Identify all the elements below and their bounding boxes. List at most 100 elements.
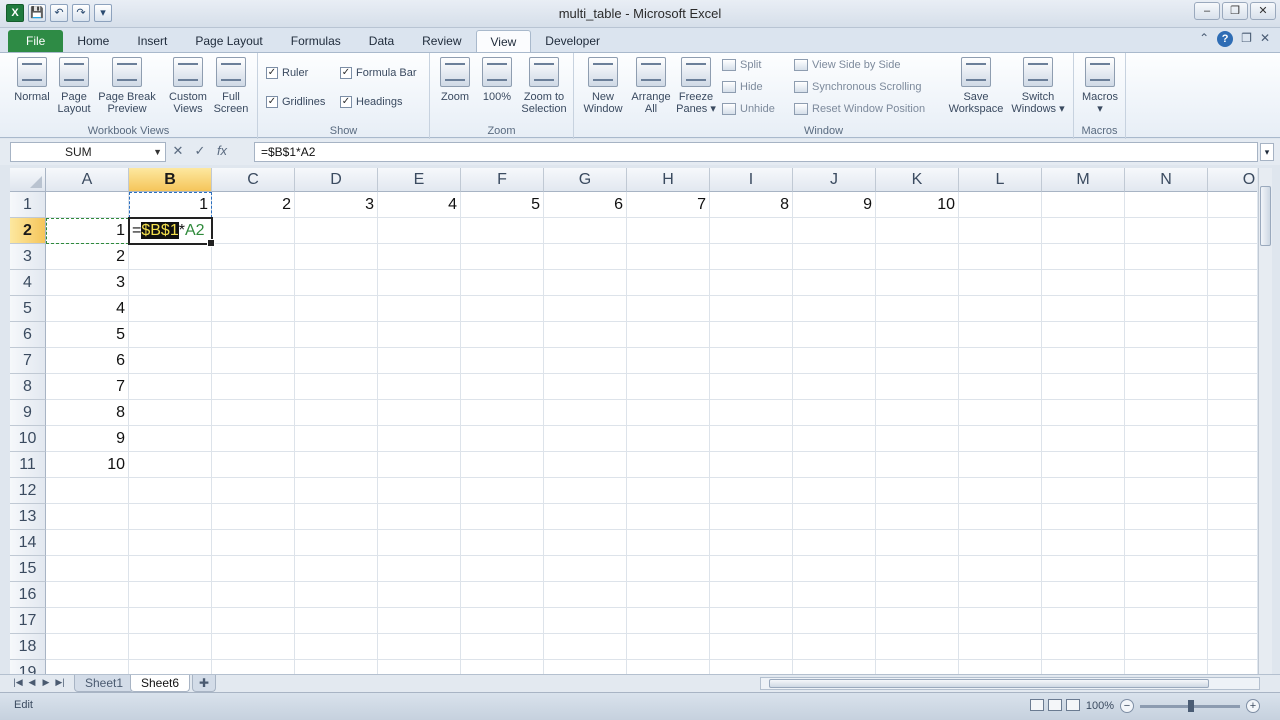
cell-l16[interactable] — [959, 582, 1042, 608]
tab-review[interactable]: Review — [408, 30, 475, 52]
cell-n11[interactable] — [1125, 452, 1208, 478]
cell-h6[interactable] — [627, 322, 710, 348]
name-box[interactable]: SUM ▼ — [10, 142, 166, 162]
cell-l8[interactable] — [959, 374, 1042, 400]
cell-i6[interactable] — [710, 322, 793, 348]
spreadsheet-grid[interactable]: A B C D E F G H I J K L M N O 1 2 3 4 5 6 7 8 9 10 11 12 13 14 15 16 17… — [10, 168, 1257, 674]
cell-b6[interactable] — [129, 322, 212, 348]
cell-o6[interactable] — [1208, 322, 1257, 348]
cell-m7[interactable] — [1042, 348, 1125, 374]
next-sheet-icon[interactable]: ▶ — [40, 677, 52, 688]
cell-e10[interactable] — [378, 426, 461, 452]
cell-n8[interactable] — [1125, 374, 1208, 400]
cell-e16[interactable] — [378, 582, 461, 608]
cell-f10[interactable] — [461, 426, 544, 452]
cell-l6[interactable] — [959, 322, 1042, 348]
cell-k13[interactable] — [876, 504, 959, 530]
cell-h10[interactable] — [627, 426, 710, 452]
cell-c19[interactable] — [212, 660, 295, 674]
close-workbook-icon[interactable]: ✕ — [1260, 31, 1270, 47]
row-header-7[interactable]: 7 — [10, 348, 46, 374]
cell-n19[interactable] — [1125, 660, 1208, 674]
cell-a7[interactable]: 6 — [46, 348, 129, 374]
cell-m18[interactable] — [1042, 634, 1125, 660]
sheet-tab-sheet1[interactable]: Sheet1 — [74, 675, 135, 692]
cell-k2[interactable] — [876, 218, 959, 244]
insert-sheet-icon[interactable]: ✚ — [192, 675, 217, 692]
cell-k8[interactable] — [876, 374, 959, 400]
cell-g12[interactable] — [544, 478, 627, 504]
cell-k16[interactable] — [876, 582, 959, 608]
cell-n6[interactable] — [1125, 322, 1208, 348]
cell-m3[interactable] — [1042, 244, 1125, 270]
cell-k11[interactable] — [876, 452, 959, 478]
cell-o16[interactable] — [1208, 582, 1257, 608]
cell-f14[interactable] — [461, 530, 544, 556]
cell-l17[interactable] — [959, 608, 1042, 634]
cell-n13[interactable] — [1125, 504, 1208, 530]
arrange-all-button[interactable]: Arrange All — [628, 57, 674, 115]
split-button[interactable]: Split — [722, 59, 761, 71]
cell-b11[interactable] — [129, 452, 212, 478]
tab-view[interactable]: View — [475, 30, 532, 52]
tab-home[interactable]: Home — [63, 30, 123, 52]
cell-e19[interactable] — [378, 660, 461, 674]
cell-g5[interactable] — [544, 296, 627, 322]
cell-b4[interactable] — [129, 270, 212, 296]
column-header-i[interactable]: I — [710, 168, 793, 192]
cell-h13[interactable] — [627, 504, 710, 530]
cell-n18[interactable] — [1125, 634, 1208, 660]
cell-c7[interactable] — [212, 348, 295, 374]
cell-h17[interactable] — [627, 608, 710, 634]
cell-g14[interactable] — [544, 530, 627, 556]
cell-b12[interactable] — [129, 478, 212, 504]
cell-c2[interactable] — [212, 218, 295, 244]
cell-g15[interactable] — [544, 556, 627, 582]
cell-f16[interactable] — [461, 582, 544, 608]
cell-l2[interactable] — [959, 218, 1042, 244]
cell-d2[interactable] — [295, 218, 378, 244]
cell-d12[interactable] — [295, 478, 378, 504]
row-header-18[interactable]: 18 — [10, 634, 46, 660]
cell-m8[interactable] — [1042, 374, 1125, 400]
cell-j1[interactable]: 9 — [793, 192, 876, 218]
cell-c17[interactable] — [212, 608, 295, 634]
row-header-2[interactable]: 2 — [10, 218, 46, 244]
cell-e4[interactable] — [378, 270, 461, 296]
cell-l10[interactable] — [959, 426, 1042, 452]
cell-k15[interactable] — [876, 556, 959, 582]
cell-g7[interactable] — [544, 348, 627, 374]
cell-l4[interactable] — [959, 270, 1042, 296]
cell-c10[interactable] — [212, 426, 295, 452]
cell-i14[interactable] — [710, 530, 793, 556]
cell-k19[interactable] — [876, 660, 959, 674]
cell-g1[interactable]: 6 — [544, 192, 627, 218]
cell-g8[interactable] — [544, 374, 627, 400]
first-sheet-icon[interactable]: |◀ — [12, 677, 24, 688]
freeze-panes-button[interactable]: Freeze Panes ▾ — [674, 57, 718, 115]
ruler-checkbox[interactable]: ✓ Ruler — [266, 67, 308, 79]
expand-formula-bar-icon[interactable]: ▾ — [1260, 143, 1274, 161]
cell-j9[interactable] — [793, 400, 876, 426]
select-all-button[interactable] — [10, 168, 46, 192]
macros-button[interactable]: Macros ▾ — [1078, 57, 1122, 115]
cell-h19[interactable] — [627, 660, 710, 674]
cell-d14[interactable] — [295, 530, 378, 556]
cell-l19[interactable] — [959, 660, 1042, 674]
cell-g19[interactable] — [544, 660, 627, 674]
cell-l12[interactable] — [959, 478, 1042, 504]
cell-d13[interactable] — [295, 504, 378, 530]
row-header-12[interactable]: 12 — [10, 478, 46, 504]
cell-j13[interactable] — [793, 504, 876, 530]
cell-n5[interactable] — [1125, 296, 1208, 322]
cell-d8[interactable] — [295, 374, 378, 400]
cell-a17[interactable] — [46, 608, 129, 634]
cell-c8[interactable] — [212, 374, 295, 400]
cell-o2[interactable] — [1208, 218, 1257, 244]
cell-f9[interactable] — [461, 400, 544, 426]
cell-f6[interactable] — [461, 322, 544, 348]
cell-h15[interactable] — [627, 556, 710, 582]
tab-data[interactable]: Data — [355, 30, 408, 52]
cell-h2[interactable] — [627, 218, 710, 244]
cell-f19[interactable] — [461, 660, 544, 674]
